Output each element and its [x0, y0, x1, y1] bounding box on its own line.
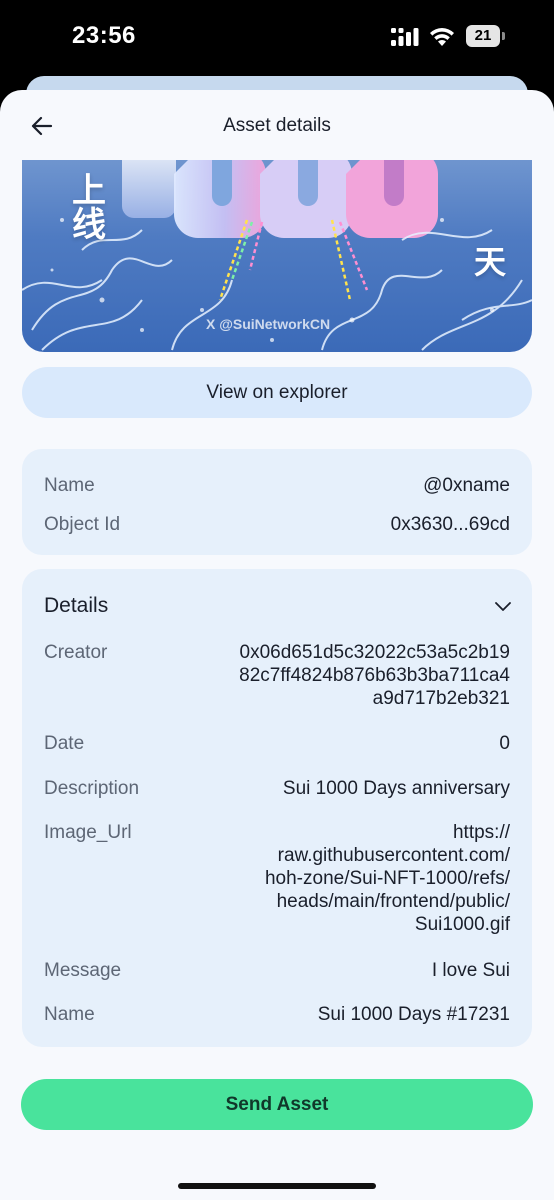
- details-label: Image_Url: [44, 822, 132, 843]
- wifi-icon: [430, 28, 454, 46]
- details-value: I love Sui: [431, 960, 510, 981]
- send-asset-button[interactable]: Send Asset: [21, 1079, 533, 1130]
- home-indicator: [178, 1183, 376, 1189]
- details-value: Sui 1000 Days anniversary: [282, 778, 510, 799]
- details-title: Details: [44, 594, 109, 617]
- info-row-object-id: Object Id 0x3630...69cd: [44, 514, 510, 536]
- battery-icon: 21: [466, 25, 506, 47]
- cellular-signal-icon: [391, 28, 419, 46]
- details-label: Message: [44, 960, 122, 981]
- hero-text-right: 天: [474, 243, 507, 281]
- battery-level: 21: [466, 25, 500, 47]
- info-value: @0xname: [423, 475, 510, 496]
- page-title: Asset details: [223, 115, 331, 136]
- header: Asset details: [0, 90, 554, 162]
- details-label: Name: [44, 1004, 95, 1025]
- details-value: 0: [499, 733, 510, 754]
- details-label: Creator: [44, 642, 108, 663]
- details-value: 0x06d651d5c32022c53a5c2b19 82c7ff4824b87…: [239, 642, 510, 709]
- details-label: Description: [44, 778, 140, 799]
- asset-image: 上线 天 X @SuiNetworkCN: [22, 160, 532, 352]
- asset-details-sheet: Asset details 上 线 天 X @SuiNetworkCN View…: [0, 90, 554, 1200]
- hero-watermark: X @SuiNetworkCN: [206, 316, 331, 332]
- details-card: Details Creator 0x06d651d5c32022c53a5c2b…: [22, 569, 532, 1047]
- info-row-name: Name @0xname: [44, 475, 510, 497]
- details-label: Date: [44, 733, 85, 754]
- asset-info-card: Name @0xname Object Id 0x3630...69cd: [22, 449, 532, 555]
- info-label: Name: [44, 475, 95, 496]
- status-time: 23:56: [72, 22, 136, 49]
- chevron-down-icon: [495, 602, 511, 611]
- details-value: Sui 1000 Days #17231: [317, 1004, 510, 1025]
- hero-text-left: 上线: [72, 171, 106, 245]
- details-toggle-button[interactable]: [490, 593, 516, 619]
- status-bar: 23:56 21: [0, 0, 554, 78]
- info-label: Object Id: [44, 514, 121, 535]
- details-value[interactable]: https:// raw.githubusercontent.com/ hoh-…: [265, 821, 510, 936]
- info-value[interactable]: 0x3630...69cd: [391, 514, 510, 536]
- view-on-explorer-button[interactable]: View on explorer: [22, 367, 532, 418]
